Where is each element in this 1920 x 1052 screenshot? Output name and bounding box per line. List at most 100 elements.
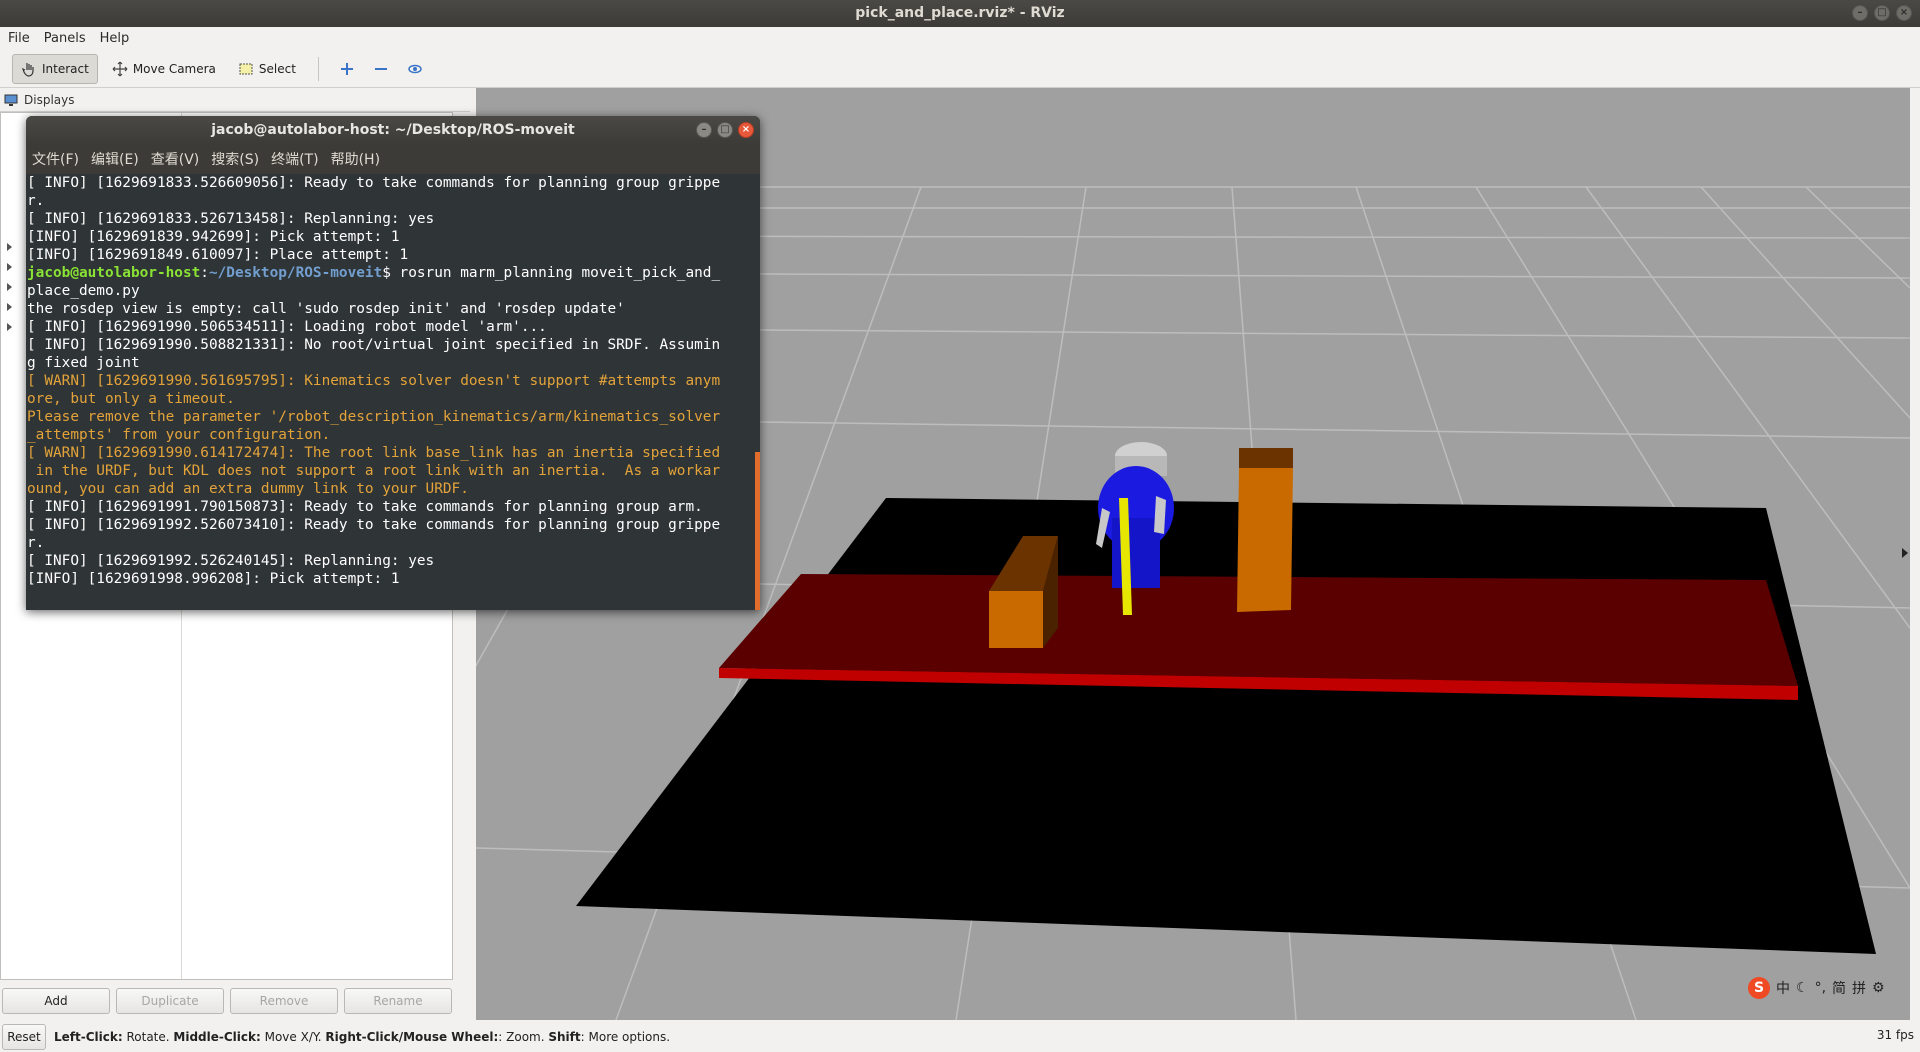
interact-button[interactable]: Interact (12, 53, 98, 84)
terminal-line: [ INFO] [1629691833.526609056]: Ready to… (27, 175, 721, 191)
ime-tray: S 中 ☾ °, 简 拼 ⚙ (1748, 976, 1885, 1000)
terminal-warn-line: [ WARN] [1629691990.561695795]: Kinemati… (27, 373, 721, 389)
tree-expand-icon[interactable] (7, 303, 12, 311)
right-panel-collapsed (1910, 88, 1920, 1020)
maximize-icon[interactable]: □ (1874, 5, 1890, 21)
terminal-line: place_demo.py (27, 283, 140, 299)
hint-move: Move X/Y. (260, 1030, 326, 1044)
terminal-warn-line: in the URDF, but KDL does not support a … (27, 463, 721, 479)
maximize-icon[interactable]: □ (717, 122, 733, 138)
select-label: Select (258, 61, 296, 76)
ime-pinyin[interactable]: 拼 (1852, 978, 1866, 998)
hint-left-click: Left-Click: (54, 1030, 123, 1044)
terminal-line: [ INFO] [1629691990.506534511]: Loading … (27, 319, 547, 335)
menubar: File Panels Help (0, 27, 1920, 49)
terminal-warn-line: [ WARN] [1629691990.614172474]: The root… (27, 445, 721, 461)
terminal-command: $ rosrun marm_planning moveit_pick_and_ (382, 265, 721, 281)
prompt-colon: : (200, 265, 209, 281)
minimize-icon[interactable]: – (696, 122, 712, 138)
prompt-path: ~/Desktop/ROS-moveit (208, 265, 383, 281)
move-camera-label: Move Camera (132, 61, 216, 76)
rename-button[interactable]: Rename (344, 988, 452, 1014)
window-title: pick_and_place.rviz* - RViz (855, 5, 1065, 21)
tall-box-top (1239, 448, 1293, 468)
terminal-line: [INFO] [1629691839.942699]: Pick attempt… (27, 229, 400, 245)
terminal-menu-terminal[interactable]: 终端(T) (271, 149, 318, 169)
toolbar-separator (317, 56, 319, 81)
duplicate-button[interactable]: Duplicate (116, 988, 224, 1014)
status-hint: Left-Click: Rotate. Middle-Click: Move X… (54, 1030, 670, 1044)
terminal-output[interactable]: [ INFO] [1629691833.526609056]: Ready to… (26, 174, 754, 610)
tall-box (1237, 468, 1293, 612)
terminal-prompt-line: jacob@autolabor-host:~/Desktop/ROS-movei… (27, 264, 750, 282)
terminal-scrollbar[interactable] (755, 452, 760, 610)
robot-base (1112, 518, 1160, 588)
terminal-line: [ INFO] [1629691990.508821331]: No root/… (27, 337, 721, 353)
terminal-line: r. (27, 193, 45, 209)
gear-icon[interactable]: ⚙ (1872, 980, 1885, 996)
hand-icon (21, 62, 34, 77)
move-camera-button[interactable]: Move Camera (104, 54, 224, 84)
punctuation-icon[interactable]: °, (1815, 980, 1826, 996)
plus-icon[interactable] (333, 54, 361, 84)
tree-expand-icon[interactable] (7, 323, 12, 331)
monitor-icon (4, 94, 18, 106)
menu-panels[interactable]: Panels (44, 31, 86, 46)
terminal-warn-line: ound, you can add an extra dummy link to… (27, 481, 469, 497)
add-button[interactable]: Add (2, 988, 110, 1014)
minus-icon[interactable] (367, 54, 395, 84)
menu-file[interactable]: File (8, 31, 30, 46)
window-controls: – □ × (1852, 5, 1912, 21)
close-icon[interactable]: × (738, 122, 754, 138)
ime-simplified[interactable]: 简 (1832, 978, 1846, 998)
terminal-menu-edit[interactable]: 编辑(E) (91, 149, 139, 169)
ime-chinese-mode[interactable]: 中 (1776, 978, 1790, 998)
tree-expand-icon[interactable] (7, 263, 12, 271)
remove-button[interactable]: Remove (230, 988, 338, 1014)
sogou-logo-icon[interactable]: S (1748, 977, 1770, 999)
terminal-line: [ INFO] [1629691992.526240145]: Replanni… (27, 553, 435, 569)
terminal-line: r. (27, 535, 45, 551)
terminal-line: [ INFO] [1629691991.790150873]: Ready to… (27, 499, 703, 515)
interact-label: Interact (42, 61, 89, 76)
close-icon[interactable]: × (1896, 5, 1912, 21)
select-icon (239, 63, 253, 74)
hint-shift: Shift (548, 1030, 581, 1044)
terminal-line: [ INFO] [1629691992.526073410]: Ready to… (27, 517, 721, 533)
terminal-menu-help[interactable]: 帮助(H) (331, 149, 380, 169)
displays-title: Displays (24, 92, 75, 107)
window-titlebar: pick_and_place.rviz* - RViz – □ × (0, 0, 1920, 27)
displays-buttons: Add Duplicate Remove Rename (0, 988, 453, 1018)
eye-icon[interactable] (401, 54, 429, 84)
terminal-menu-view[interactable]: 查看(V) (151, 149, 200, 169)
select-button[interactable]: Select (230, 54, 304, 84)
move-camera-icon (112, 61, 128, 76)
minimize-icon[interactable]: – (1852, 5, 1868, 21)
terminal-warn-line: _attempts' from your configuration. (27, 427, 331, 443)
terminal-warn-line: Please remove the parameter '/robot_desc… (27, 409, 721, 425)
terminal-line: the rosdep view is empty: call 'sudo ros… (27, 301, 625, 317)
terminal-warn-line: ore, but only a timeout. (27, 391, 235, 407)
panel-expand-icon[interactable] (1902, 548, 1908, 558)
fps-counter: 31 fps (1876, 1028, 1914, 1042)
hint-rotate: Rotate. (122, 1030, 174, 1044)
terminal-line: [INFO] [1629691849.610097]: Place attemp… (27, 247, 409, 263)
hint-zoom: : Zoom. (498, 1030, 549, 1044)
tree-expand-icon[interactable] (7, 243, 12, 251)
reset-button[interactable]: Reset (2, 1024, 46, 1050)
tree-expand-icon[interactable] (7, 283, 12, 291)
menu-help[interactable]: Help (100, 31, 130, 46)
terminal-menu-file[interactable]: 文件(F) (32, 149, 79, 169)
terminal-titlebar[interactable]: jacob@autolabor-host: ~/Desktop/ROS-move… (26, 116, 760, 144)
moon-icon[interactable]: ☾ (1796, 980, 1809, 996)
box-left (989, 591, 1043, 648)
prompt-user: jacob@autolabor-host (27, 265, 201, 281)
hint-right-click: Right-Click/Mouse Wheel: (325, 1030, 499, 1044)
hint-middle-click: Middle-Click: (173, 1030, 261, 1044)
terminal-menubar: 文件(F) 编辑(E) 查看(V) 搜索(S) 终端(T) 帮助(H) (26, 144, 760, 174)
terminal-window-controls: – □ × (696, 122, 754, 138)
terminal-menu-search[interactable]: 搜索(S) (211, 149, 259, 169)
terminal-line: [INFO] [1629691998.996208]: Pick attempt… (27, 571, 400, 587)
terminal-line: g fixed joint (27, 355, 140, 371)
terminal-window[interactable]: jacob@autolabor-host: ~/Desktop/ROS-move… (26, 116, 760, 610)
